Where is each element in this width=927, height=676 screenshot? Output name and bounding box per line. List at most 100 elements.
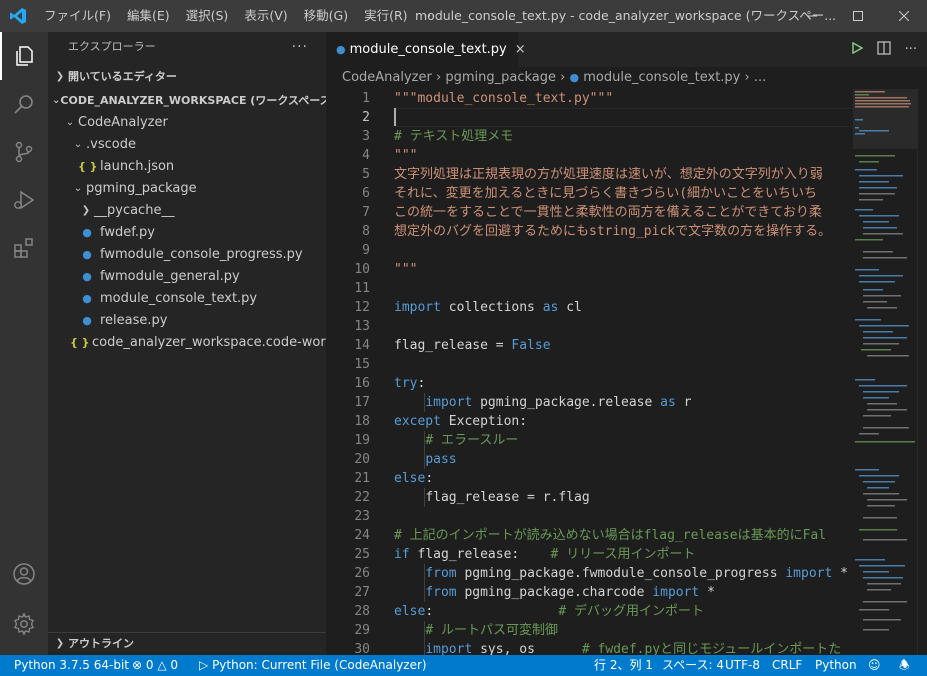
menu-edit[interactable]: 編集(E) bbox=[119, 0, 178, 32]
line-number: 9 bbox=[362, 243, 370, 258]
line-number: 2 bbox=[362, 110, 370, 125]
breadcrumb-item[interactable]: ... bbox=[754, 70, 766, 85]
tree-item-label: fwmodule_console_progress.py bbox=[100, 247, 303, 262]
code-line: else: bbox=[394, 469, 854, 488]
tree-file-module-console-text[interactable]: ● module_console_text.py bbox=[48, 288, 326, 310]
tab-close-icon[interactable]: × bbox=[515, 42, 526, 57]
line-number: 21 bbox=[354, 471, 370, 486]
breadcrumb-item[interactable]: module_console_text.py bbox=[583, 70, 740, 85]
python-file-icon: ● bbox=[82, 248, 92, 261]
line-number: 30 bbox=[354, 642, 370, 655]
tree-file-launch-json[interactable]: { } launch.json bbox=[48, 156, 326, 178]
code-token: # ルートパス可変制御 bbox=[425, 623, 558, 638]
tree-folder-codeanalyzer[interactable]: ⌄ CodeAnalyzer bbox=[48, 112, 326, 134]
line-number: 11 bbox=[354, 281, 370, 296]
menu-selection[interactable]: 選択(S) bbox=[178, 0, 237, 32]
error-count: 0 bbox=[145, 658, 154, 672]
extensions-icon[interactable] bbox=[0, 224, 48, 272]
settings-gear-icon[interactable] bbox=[0, 600, 48, 648]
tree-folder-pycache[interactable]: ❯ __pycache__ bbox=[48, 200, 326, 222]
minimize-button[interactable] bbox=[789, 0, 835, 32]
minimap-content bbox=[853, 89, 917, 631]
split-editor-icon[interactable] bbox=[876, 40, 891, 59]
python-file-icon: ● bbox=[82, 270, 92, 283]
line-number: 26 bbox=[354, 566, 370, 581]
search-icon[interactable] bbox=[0, 80, 48, 128]
cursor-position-status[interactable]: 行 2、列 1 bbox=[594, 655, 653, 676]
menu-go[interactable]: 移動(G) bbox=[296, 0, 356, 32]
line-number-gutter: 1 2 3 4 5 6 7 8 9 10 11 12 13 14 15 16 1… bbox=[326, 89, 370, 655]
workspace-section[interactable]: ⌄ CODE_ANALYZER_WORKSPACE (ワークスペース) bbox=[48, 90, 336, 112]
explorer-icon[interactable] bbox=[0, 32, 48, 80]
tree-file-workspace[interactable]: { } code_analyzer_workspace.code-worksp.… bbox=[48, 332, 326, 354]
menu-run[interactable]: 実行(R) bbox=[356, 0, 415, 32]
run-debug-icon[interactable] bbox=[0, 176, 48, 224]
code-editor[interactable]: 1 2 3 4 5 6 7 8 9 10 11 12 13 14 15 16 1… bbox=[326, 89, 927, 655]
encoding-status[interactable]: UTF-8 bbox=[725, 655, 760, 676]
code-token: : bbox=[425, 471, 434, 486]
chevron-down-icon: ⌄ bbox=[52, 95, 61, 106]
outline-section[interactable]: ❯ アウトライン bbox=[48, 632, 330, 655]
tab-module-console-text[interactable]: ● module_console_text.py × bbox=[326, 32, 526, 67]
line-number: 13 bbox=[354, 319, 370, 334]
tree-file-release[interactable]: ● release.py bbox=[48, 310, 326, 332]
close-window-button[interactable] bbox=[881, 0, 927, 32]
code-token: import bbox=[425, 642, 473, 655]
editor-scrollbar[interactable] bbox=[917, 89, 927, 655]
minimap[interactable] bbox=[853, 89, 917, 655]
open-editors-section[interactable]: ❯ 開いているエディター bbox=[48, 66, 326, 88]
tree-item-label: fwmodule_general.py bbox=[100, 269, 240, 284]
code-token: # テキスト処理メモ bbox=[394, 129, 514, 144]
breadcrumb-item[interactable]: CodeAnalyzer bbox=[342, 70, 432, 85]
code-token: """module_console_text.py""" bbox=[394, 91, 614, 106]
code-token: sys, os bbox=[472, 642, 582, 655]
feedback-icon[interactable]: ☺ bbox=[868, 655, 881, 676]
json-file-icon: { } bbox=[70, 336, 90, 349]
code-token: if bbox=[394, 547, 410, 562]
tree-file-fwdef[interactable]: ● fwdef.py bbox=[48, 222, 326, 244]
line-number: 1 bbox=[362, 91, 370, 106]
tree-item-label: pgming_package bbox=[86, 181, 197, 196]
tree-file-fwmodule-general[interactable]: ● fwmodule_general.py bbox=[48, 266, 326, 288]
open-editors-label: 開いているエディター bbox=[68, 70, 177, 83]
explorer-more-button[interactable]: ··· bbox=[292, 32, 308, 62]
code-line: else: # デバッグ用インポート bbox=[394, 602, 854, 621]
indentation-status[interactable]: スペース: 4 bbox=[662, 655, 724, 676]
tree-file-fwmodule-console-progress[interactable]: ● fwmodule_console_progress.py bbox=[48, 244, 326, 266]
code-token: from bbox=[425, 585, 457, 600]
code-lines: """module_console_text.py""" # テキスト処理メモ … bbox=[394, 89, 854, 655]
code-token: # fwdef.pyと同じモジュールインポートた bbox=[581, 642, 842, 655]
code-token: collections bbox=[440, 300, 543, 315]
workspace-label: CODE_ANALYZER_WORKSPACE (ワークスペース) bbox=[60, 94, 336, 107]
code-line: """ bbox=[394, 146, 854, 165]
line-number: 27 bbox=[354, 585, 370, 600]
title-bar: ファイル(F) 編集(E) 選択(S) 表示(V) 移動(G) 実行(R) ··… bbox=[0, 0, 927, 32]
source-control-icon[interactable] bbox=[0, 128, 48, 176]
menu-file[interactable]: ファイル(F) bbox=[36, 0, 119, 32]
line-number: 17 bbox=[354, 395, 370, 410]
run-config-status[interactable]: ▷ Python: Current File (CodeAnalyzer) bbox=[199, 655, 427, 676]
python-file-icon: ● bbox=[82, 226, 92, 239]
problems-status[interactable]: ⊗ 0 △ 0 bbox=[132, 655, 178, 676]
code-line: flag_release = r.flag bbox=[394, 488, 854, 507]
code-token: else bbox=[394, 471, 426, 486]
menu-view[interactable]: 表示(V) bbox=[236, 0, 295, 32]
language-mode-status[interactable]: Python bbox=[815, 655, 857, 676]
tree-folder-vscode[interactable]: ⌄ .vscode bbox=[48, 134, 326, 156]
activity-bar bbox=[0, 32, 48, 655]
run-python-file-icon[interactable] bbox=[851, 41, 864, 58]
code-token: r bbox=[675, 395, 692, 410]
breadcrumb-item[interactable]: pgming_package bbox=[445, 70, 556, 85]
code-token: flag_release = r.flag bbox=[425, 490, 590, 505]
maximize-button[interactable] bbox=[835, 0, 881, 32]
chevron-right-icon: ❯ bbox=[55, 71, 65, 82]
account-icon[interactable] bbox=[0, 550, 48, 598]
line-number: 15 bbox=[354, 357, 370, 372]
eol-status[interactable]: CRLF bbox=[772, 655, 802, 676]
notifications-bell-icon[interactable]: 🕭 bbox=[899, 655, 910, 676]
tree-item-label: module_console_text.py bbox=[100, 291, 258, 306]
editor-more-icon[interactable]: ··· bbox=[905, 42, 917, 57]
tree-folder-pgming-package[interactable]: ⌄ pgming_package bbox=[48, 178, 326, 200]
python-interpreter-status[interactable]: Python 3.7.5 64-bit bbox=[14, 655, 129, 676]
